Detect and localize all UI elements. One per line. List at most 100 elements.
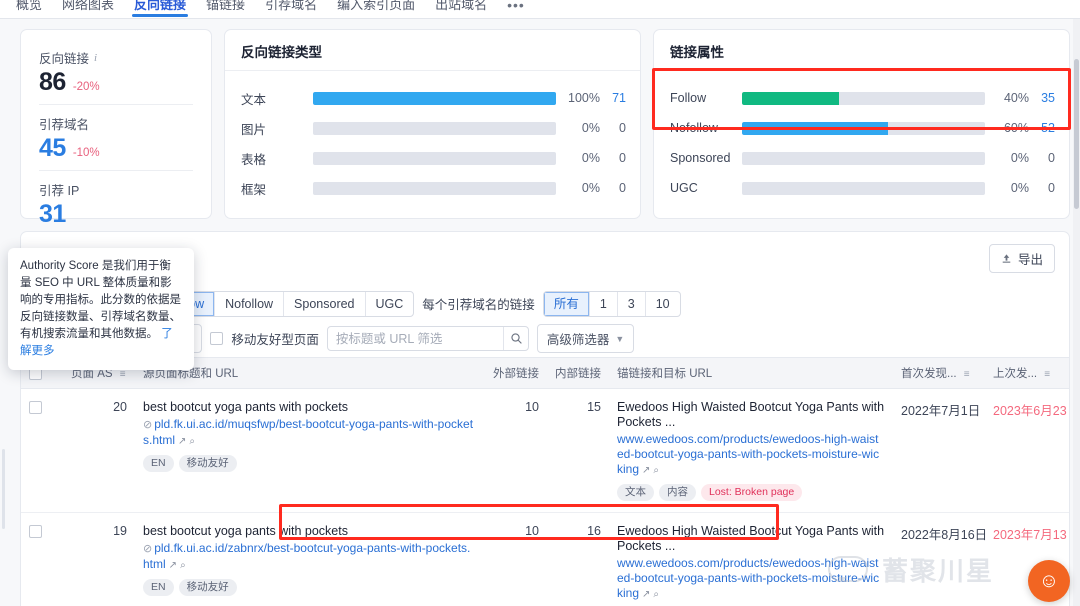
filter-perdomain-3[interactable]: 3: [618, 291, 646, 316]
external-link-icon[interactable]: ↗: [178, 436, 186, 447]
source-tags: EN 移动友好: [143, 455, 477, 472]
backlink-type-label: 表格: [241, 152, 267, 167]
sort-icon[interactable]: ≡: [1044, 369, 1050, 380]
top-tabbar: 概览 网络图表 反向链接 锚链接 引荐域名 编入索引页面 出站域名 •••: [0, 0, 1080, 19]
sort-icon[interactable]: ≡: [120, 369, 126, 380]
link-attribute-label: Follow: [670, 91, 707, 105]
upload-icon: [1002, 254, 1011, 263]
filter-attr-nofollow[interactable]: Nofollow: [215, 291, 285, 316]
summary-cards-row: 反向链接 i 86 -20% 引荐域名 45 -10% 引荐 IP 31 反向链…: [0, 19, 1080, 228]
status-badge-lost: Lost: Broken page: [701, 484, 803, 501]
tag: 移动友好: [178, 455, 237, 472]
link-attribute-count[interactable]: 52: [1029, 121, 1055, 135]
cell-anchor: Ewedoos High Waisted Bootcut Yoga Pants …: [609, 512, 893, 606]
external-link-icon[interactable]: ↗: [642, 465, 650, 476]
backlink-type-count: 0: [619, 181, 626, 195]
backlink-type-percent: 0%: [581, 121, 600, 135]
th-last-seen[interactable]: 上次发... ≡: [985, 357, 1069, 389]
link-attribute-percent: 60%: [1003, 121, 1029, 135]
filter-attr-ugc[interactable]: UGC: [366, 292, 414, 316]
row-select-cell: [21, 512, 63, 606]
source-title: best bootcut yoga pants with pockets: [143, 524, 348, 538]
left-rail-indicator: [2, 449, 5, 529]
tab-referring-domains[interactable]: 引荐域名: [255, 0, 327, 16]
tab-indexed-pages[interactable]: 编入索引页面: [327, 0, 425, 16]
mobile-friendly-label: 移动友好型页面: [231, 333, 319, 347]
backlink-stats-card: 反向链接 i 86 -20% 引荐域名 45 -10% 引荐 IP 31: [20, 29, 212, 228]
backlink-type-count[interactable]: 71: [600, 91, 626, 105]
tab-more-icon[interactable]: •••: [497, 0, 535, 16]
anchor-url[interactable]: www.ewedoos.com/products/ewedoos-high-wa…: [617, 556, 885, 602]
stat-backlinks-row: 86 -20%: [39, 68, 193, 97]
left-rail: [0, 19, 8, 606]
cell-internal-links: 15: [547, 388, 609, 513]
search-icon[interactable]: ⌕: [653, 465, 659, 476]
row-checkbox[interactable]: [29, 401, 42, 414]
tab-outbound-domains[interactable]: 出站域名: [425, 0, 497, 16]
chevron-down-icon: ▼: [615, 333, 625, 344]
backlink-type-track: [313, 181, 556, 195]
th-first-seen[interactable]: 首次发现... ≡: [893, 357, 985, 389]
link-attribute-percent: 0%: [1010, 181, 1029, 195]
tab-network-chart[interactable]: 网络图表: [52, 0, 124, 16]
tab-overview[interactable]: 概览: [6, 0, 52, 16]
anchor-tags: 文本 内容 Lost: Broken page: [617, 484, 885, 501]
link-attribute-track: [742, 151, 985, 165]
backlink-types-bars: 文本 100% 71 图片 0% 0 表格 0% 0 框架 0% 0: [225, 71, 640, 203]
search-icon[interactable]: ⌕: [653, 589, 659, 600]
info-icon[interactable]: i: [94, 52, 97, 64]
row-checkbox[interactable]: [29, 525, 42, 538]
link-attribute-track: [742, 91, 985, 105]
backlink-type-count: 0: [619, 121, 626, 135]
tag: EN: [143, 579, 174, 596]
source-url[interactable]: ⊘ pld.fk.ui.ac.id/muqsfwp/best-bootcut-yo…: [143, 417, 477, 449]
anchor-url[interactable]: www.ewedoos.com/products/ewedoos-high-wa…: [617, 432, 885, 478]
th-anchor: 锚链接和目标 URL: [609, 357, 893, 389]
link-attribute-fill: [742, 121, 888, 135]
stat-refip-row: 31: [39, 200, 193, 229]
search-icon[interactable]: [503, 327, 527, 350]
stat-referring-domains: 引荐域名 45 -10%: [39, 104, 193, 170]
source-tags: EN 移动友好: [143, 579, 477, 596]
backlink-type-row-框架: 框架 0% 0: [241, 173, 626, 203]
filter-attr-sponsored[interactable]: Sponsored: [284, 291, 366, 316]
external-link-icon[interactable]: ↗: [169, 560, 177, 571]
table-row[interactable]: 19 best bootcut yoga pants with pockets ⊘ p…: [21, 512, 1069, 606]
cell-last-seen: 2023年6月23: [985, 388, 1069, 513]
stat-refip-label: 引荐 IP: [39, 184, 80, 198]
search-glyph: [511, 333, 522, 344]
link-attribute-count: 0: [1048, 181, 1055, 195]
tab-backlinks[interactable]: 反向链接: [124, 0, 196, 17]
link-attribute-track: [742, 121, 985, 135]
search-icon[interactable]: ⌕: [189, 436, 195, 447]
link-attribute-count[interactable]: 35: [1029, 91, 1055, 105]
anchor-title: Ewedoos High Waisted Bootcut Yoga Pants …: [617, 524, 885, 553]
chat-fab-button[interactable]: ☺: [1028, 560, 1070, 602]
export-button[interactable]: 导出: [988, 244, 1055, 273]
filter-perdomain-10[interactable]: 10: [646, 292, 680, 316]
sort-icon[interactable]: ≡: [964, 369, 970, 380]
advanced-filters-dropdown[interactable]: 高级筛选器 ▼: [536, 324, 635, 353]
source-url[interactable]: ⊘ pld.fk.ui.ac.id/zabnrx/best-bootcut-yog…: [143, 541, 477, 573]
table-row[interactable]: 20 best bootcut yoga pants with pockets ⊘ p…: [21, 388, 1069, 513]
link-attribute-label: Nofollow: [670, 121, 718, 135]
tab-anchor-links[interactable]: 锚链接: [196, 0, 255, 16]
search-icon[interactable]: ⌕: [180, 560, 186, 571]
link-attribute-fill: [742, 91, 840, 105]
external-link-icon[interactable]: ↗: [642, 589, 650, 600]
backlink-type-track: [313, 121, 556, 135]
backlink-type-row-文本: 文本 100% 71: [241, 83, 626, 113]
cell-first-seen: 2022年8月16日: [893, 512, 987, 606]
filter-perdomain-1[interactable]: 1: [590, 291, 618, 316]
mobile-friendly-checkbox[interactable]: [210, 332, 224, 345]
link-attribute-track: [742, 181, 985, 195]
backlink-type-track: [313, 151, 556, 165]
advanced-filters-label: 高级筛选器: [546, 333, 610, 347]
filter-perdomain-所有[interactable]: 所有: [543, 291, 590, 316]
filter-search-wrap: [326, 326, 529, 351]
backlink-type-label: 图片: [241, 122, 267, 137]
vertical-scrollbar[interactable]: [1073, 19, 1080, 606]
scrollbar-thumb[interactable]: [1074, 59, 1079, 209]
stat-backlinks-label-wrap: 反向链接 i: [39, 48, 193, 67]
filter-search-input[interactable]: [327, 331, 504, 346]
